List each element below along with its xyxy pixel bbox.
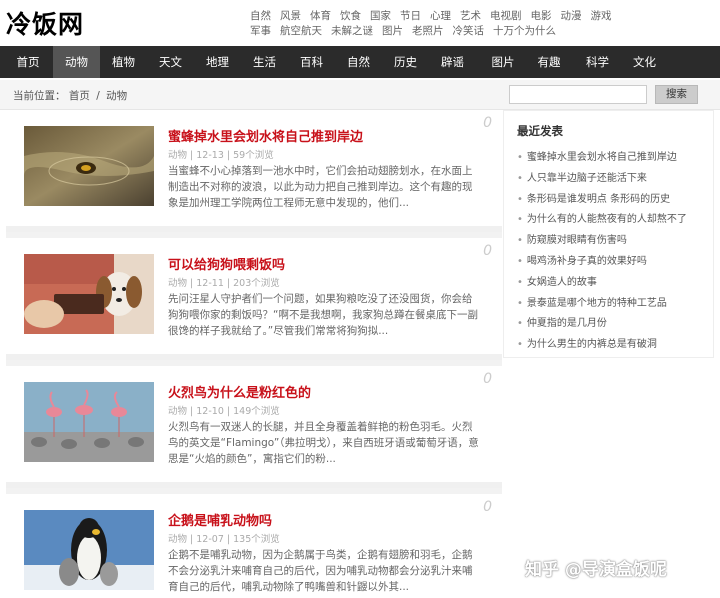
post-excerpt: 企鹅不是哺乳动物，因为企鹅属于鸟类，企鹅有翅膀和羽毛，企鹅不会分泌乳汁来哺育自己… [168, 549, 473, 593]
breadcrumb: 当前位置： 首页 / 动物 [13, 88, 127, 103]
recent-post-link[interactable]: 为什么有的人能熬夜有的人却熬不了 [517, 210, 707, 231]
nav-item[interactable]: 图片 [476, 46, 530, 78]
recent-post-link[interactable]: 景泰蓝是哪个地方的特种工艺品 [517, 294, 707, 315]
main-nav: 首页 动物 植物 天文 地理 生活 百科 自然 历史 辟谣 图片 有趣 科学 文化 [0, 46, 720, 78]
top-link[interactable]: 心理 [430, 9, 451, 24]
post-date: 12-07 [196, 534, 224, 545]
top-link[interactable]: 体育 [310, 9, 331, 24]
top-link[interactable]: 饮食 [340, 9, 361, 24]
post-views: 59个浏览 [233, 150, 274, 161]
top-link[interactable]: 节日 [400, 9, 421, 24]
recent-post-link[interactable]: 人只靠半边脑子还能活下来 [517, 169, 707, 190]
site-logo[interactable]: 冷饭网 [6, 5, 84, 41]
search-button[interactable]: 搜索 [655, 85, 698, 104]
top-link[interactable]: 自然 [250, 9, 271, 24]
post-item: 火烈鸟为什么是粉红色的 动物 | 12-10 | 149个浏览 火烈鸟有一双迷人… [6, 366, 502, 488]
top-link[interactable]: 军事 [250, 24, 271, 39]
top-link[interactable]: 艺术 [460, 9, 481, 24]
post-item: 可以给狗狗喂剩饭吗 动物 | 12-11 | 203个浏览 先问汪星人守护者们一… [6, 238, 502, 360]
post-thumbnail-bee[interactable] [24, 126, 154, 206]
post-meta: 动物 | 12-10 | 149个浏览 [168, 406, 280, 417]
top-category-links: 自然 风景 体育 饮食 国家 节日 心理 艺术 电视剧 电影 动漫 游戏军事 航空航天 未解之谜 图片 老照片… [250, 9, 630, 39]
top-link[interactable]: 图片 [382, 24, 403, 39]
post-meta: 动物 | 12-11 | 203个浏览 [168, 278, 280, 289]
nav-item[interactable]: 植物 [100, 46, 147, 78]
post-excerpt: 火烈鸟有一双迷人的长腿，并且全身覆盖着鲜艳的粉色羽毛。火烈鸟的英文是“Flami… [168, 421, 479, 465]
nav-item[interactable]: 首页 [0, 46, 56, 78]
nav-item[interactable]: 地理 [194, 46, 241, 78]
top-link[interactable]: 航空航天 [280, 24, 322, 39]
nav-item[interactable]: 天文 [147, 46, 194, 78]
post-meta: 动物 | 12-07 | 135个浏览 [168, 534, 280, 545]
post-comment-count: 0 [483, 371, 492, 387]
post-category[interactable]: 动物 [168, 278, 187, 289]
recent-post-link[interactable]: 防窥膜对眼睛有伤害吗 [517, 231, 707, 252]
post-date: 12-10 [196, 406, 224, 417]
nav-item[interactable]: 历史 [382, 46, 429, 78]
post-comment-count: 0 [483, 115, 492, 131]
breadcrumb-current[interactable]: 动物 [106, 90, 127, 102]
nav-item[interactable]: 有趣 [524, 46, 574, 78]
recent-post-link[interactable]: 喝鸡汤补身子真的效果好吗 [517, 252, 707, 273]
post-meta: 动物 | 12-13 | 59个浏览 [168, 150, 274, 161]
post-category[interactable]: 动物 [168, 150, 187, 161]
recent-post-link[interactable]: 条形码是谁发明点 条形码的历史 [517, 190, 707, 211]
post-list: 蜜蜂掉水里会划水将自己推到岸边 动物 | 12-13 | 59个浏览 当蜜蜂不小… [6, 110, 502, 598]
post-excerpt: 当蜜蜂不小心掉落到一池水中时，它们会拍动翅膀划水，在水面上制造出不对称的波浪，以… [168, 165, 473, 209]
post-comment-count: 0 [483, 243, 492, 259]
post-title[interactable]: 蜜蜂掉水里会划水将自己推到岸边 [168, 126, 363, 145]
top-link[interactable]: 冷笑话 [453, 24, 485, 39]
nav-item[interactable]: 自然 [335, 46, 382, 78]
nav-item[interactable]: 百科 [288, 46, 335, 78]
nav-item[interactable]: 动物 [53, 46, 100, 78]
recent-post-link[interactable]: 蜜蜂掉水里会划水将自己推到岸边 [517, 148, 707, 169]
recent-post-link[interactable]: 为什么男生的内裤总是有破洞 [517, 335, 707, 356]
nav-item[interactable]: 文化 [621, 46, 668, 78]
post-thumbnail-dog[interactable] [24, 254, 154, 334]
post-title[interactable]: 火烈鸟为什么是粉红色的 [168, 382, 311, 401]
post-category[interactable]: 动物 [168, 534, 187, 545]
top-link[interactable]: 游戏 [591, 9, 612, 24]
post-views: 203个浏览 [233, 278, 280, 289]
post-thumbnail-penguin[interactable] [24, 510, 154, 590]
top-link[interactable]: 动漫 [561, 9, 582, 24]
recent-post-link[interactable]: 仲夏指的是几月份 [517, 314, 707, 335]
watermark: 知乎 @导演盒饭呢 [525, 560, 667, 580]
post-comment-count: 0 [483, 499, 492, 515]
post-category[interactable]: 动物 [168, 406, 187, 417]
sidebar-title: 最近发表 [517, 124, 563, 138]
top-link[interactable]: 老照片 [412, 24, 444, 39]
breadcrumb-separator: / [96, 90, 100, 102]
top-link[interactable]: 未解之谜 [331, 24, 373, 39]
post-views: 149个浏览 [233, 406, 280, 417]
breadcrumb-home-link[interactable]: 首页 [69, 90, 90, 102]
recent-post-link[interactable]: 女娲造人的故事 [517, 273, 707, 294]
sidebar-recent-posts: 最近发表 蜜蜂掉水里会划水将自己推到岸边人只靠半边脑子还能活下来条形码是谁发明点… [503, 110, 714, 358]
top-link[interactable]: 电视剧 [490, 9, 522, 24]
post-title[interactable]: 可以给狗狗喂剩饭吗 [168, 254, 285, 273]
site-header: 冷饭网 自然 风景 体育 饮食 国家 节日 心理 艺术 电视剧 电影 动漫 游戏军事 航空航天 未解之谜图… [0, 0, 720, 44]
top-link[interactable]: 电影 [531, 9, 552, 24]
nav-item[interactable]: 科学 [574, 46, 621, 78]
post-title[interactable]: 企鹅是哺乳动物吗 [168, 510, 272, 529]
nav-item[interactable]: 生活 [241, 46, 288, 78]
post-date: 12-13 [196, 150, 224, 161]
breadcrumb-prefix: 当前位置： [13, 90, 66, 102]
top-link[interactable]: 十万个为什么 [493, 24, 556, 39]
nav-item[interactable]: 辟谣 [429, 46, 476, 78]
search-input[interactable] [509, 85, 647, 104]
top-link[interactable]: 风景 [280, 9, 301, 24]
top-link[interactable]: 国家 [370, 9, 391, 24]
post-views: 135个浏览 [233, 534, 280, 545]
post-item: 蜜蜂掉水里会划水将自己推到岸边 动物 | 12-13 | 59个浏览 当蜜蜂不小… [6, 110, 502, 232]
post-excerpt: 先问汪星人守护者们一个问题，如果狗粮吃没了还没囤货，你会给狗狗喂你家的剩饭吗？“… [168, 293, 478, 337]
post-item: 企鹅是哺乳动物吗 动物 | 12-07 | 135个浏览 企鹅不是哺乳动物，因为… [6, 494, 502, 598]
post-date: 12-11 [196, 278, 224, 289]
post-thumbnail-flamingo[interactable] [24, 382, 154, 462]
recent-posts-list: 蜜蜂掉水里会划水将自己推到岸边人只靠半边脑子还能活下来条形码是谁发明点 条形码的… [517, 148, 707, 356]
